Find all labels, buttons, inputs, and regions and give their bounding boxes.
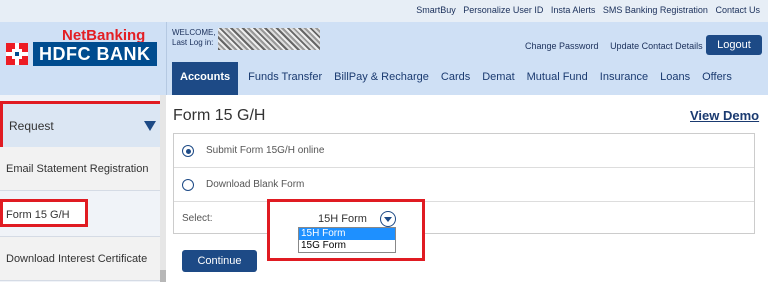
chevron-down-icon[interactable]	[380, 211, 396, 227]
logout-button[interactable]: Logout	[706, 35, 762, 55]
select-label: Select:	[182, 213, 213, 224]
welcome-label: WELCOME,	[172, 28, 216, 37]
option-row-submit-online: Submit Form 15G/H online	[174, 134, 754, 168]
header-links: Change Password Update Contact Details	[525, 41, 712, 51]
submit-online-label: Submit Form 15G/H online	[206, 145, 325, 156]
utility-links: SmartBuy Personalize User ID Insta Alert…	[411, 5, 760, 15]
page-title: Form 15 G/H	[173, 107, 266, 124]
option-row-download-blank: Download Blank Form	[174, 168, 754, 202]
masked-user-info	[218, 28, 320, 50]
tab-offers[interactable]: Offers	[696, 62, 738, 95]
welcome-text: WELCOME, Last Log in:	[172, 28, 216, 48]
option-15h-form[interactable]: 15H Form	[299, 228, 395, 240]
smartbuy-link[interactable]: SmartBuy	[416, 5, 456, 15]
tab-insurance[interactable]: Insurance	[594, 62, 654, 95]
option-15g-form[interactable]: 15G Form	[299, 240, 395, 252]
tab-loans[interactable]: Loans	[654, 62, 696, 95]
change-password-link[interactable]: Change Password	[525, 41, 599, 51]
view-demo-link[interactable]: View Demo	[690, 108, 759, 123]
sidebar-scrollbar[interactable]	[160, 95, 166, 282]
tab-funds-transfer[interactable]: Funds Transfer	[242, 62, 328, 95]
tab-demat[interactable]: Demat	[476, 62, 520, 95]
sidebar: Request Email Statement Registration For…	[0, 95, 166, 282]
continue-button[interactable]: Continue	[182, 250, 257, 272]
dropdown-arrow-icon	[144, 121, 156, 131]
tab-cards[interactable]: Cards	[435, 62, 476, 95]
tab-accounts[interactable]: Accounts	[172, 62, 239, 95]
sms-banking-registration-link[interactable]: SMS Banking Registration	[603, 5, 708, 15]
hdfc-logo: HDFC BANK	[6, 42, 157, 66]
form-type-options-list: 15H Form 15G Form	[298, 227, 396, 253]
personalize-user-id-link[interactable]: Personalize User ID	[463, 5, 543, 15]
sidebar-item-interest-certificate[interactable]: Download Interest Certificate	[0, 237, 160, 281]
main-nav-tabs: Accounts Funds Transfer BillPay & Rechar…	[172, 62, 738, 95]
header: NetBanking HDFC BANK WELCOME, Last Log i…	[0, 22, 768, 95]
contact-us-link[interactable]: Contact Us	[715, 5, 760, 15]
hdfc-logo-icon	[6, 43, 28, 65]
request-label: Request	[9, 119, 54, 133]
insta-alerts-link[interactable]: Insta Alerts	[551, 5, 596, 15]
download-blank-label: Download Blank Form	[206, 179, 305, 190]
download-blank-radio[interactable]	[182, 179, 194, 191]
tab-mutual-fund[interactable]: Mutual Fund	[521, 62, 594, 95]
utility-bar: SmartBuy Personalize User ID Insta Alert…	[0, 0, 768, 22]
last-login-label: Last Log in:	[172, 38, 214, 47]
scrollbar-thumb[interactable]	[160, 270, 166, 282]
tab-billpay-recharge[interactable]: BillPay & Recharge	[328, 62, 435, 95]
sidebar-item-form-15gh[interactable]: Form 15 G/H	[0, 193, 160, 237]
sidebar-item-email-statement[interactable]: Email Statement Registration	[0, 147, 160, 191]
option-row-select: Select:	[174, 202, 754, 236]
request-dropdown[interactable]: Request	[0, 101, 166, 153]
submit-online-radio[interactable]	[182, 145, 194, 157]
update-contact-details-link[interactable]: Update Contact Details	[610, 41, 703, 51]
header-divider	[166, 22, 167, 95]
bank-name: HDFC BANK	[33, 42, 157, 66]
form-type-select-value[interactable]: 15H Form	[318, 213, 367, 225]
form-options-box: Submit Form 15G/H online Download Blank …	[173, 133, 755, 234]
